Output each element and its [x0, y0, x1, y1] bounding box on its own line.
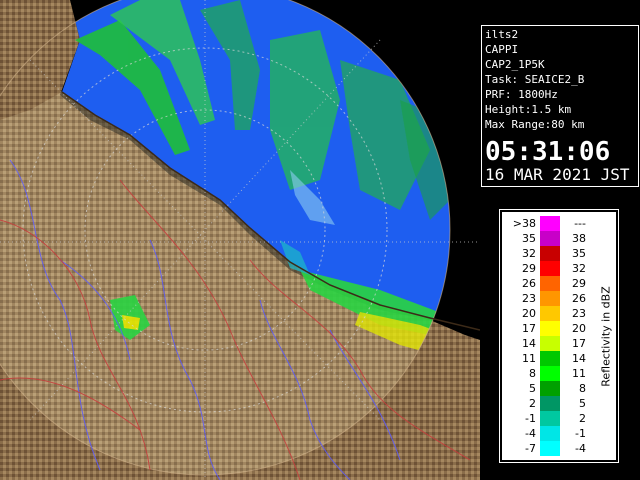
task-name: Task: SEAICE2_B [485, 73, 585, 86]
legend-upper-value: 11 [572, 367, 586, 380]
legend-color-swatch [540, 261, 560, 276]
legend-lower-value: 26 [522, 277, 536, 290]
product-name: CAP2_1P5K [485, 58, 545, 71]
legend-lower-value: 14 [522, 337, 536, 350]
legend-color-swatch [540, 216, 560, 231]
legend-upper-value: 35 [572, 247, 586, 260]
legend-row: >38 --- [502, 216, 616, 231]
legend-lower-value: 35 [522, 232, 536, 245]
legend-color-swatch [540, 396, 560, 411]
legend-upper-value: 32 [572, 262, 586, 275]
legend-lower-value: -7 [525, 442, 536, 455]
max-range-value: Max Range:80 km [485, 118, 585, 131]
legend-upper-value: 38 [572, 232, 586, 245]
legend-lower-value: >38 [512, 217, 536, 230]
legend-upper-value: 20 [572, 322, 586, 335]
observation-time: 05:31:06 [485, 137, 611, 167]
legend-color-swatch [540, 246, 560, 261]
legend-lower-value: 32 [522, 247, 536, 260]
legend-lower-value: 20 [522, 307, 536, 320]
legend-upper-value: -4 [575, 442, 586, 455]
legend-upper-value: 8 [579, 382, 586, 395]
prf-value: PRF: 1800Hz [485, 88, 558, 101]
legend-upper-value: 29 [572, 277, 586, 290]
color-legend: >38 --- 35 38 32 35 29 32 26 29 23 26 20 23 17 20 14 17 11… [499, 209, 619, 463]
legend-color-swatch [540, 351, 560, 366]
legend-row: -7 -4 [502, 441, 616, 456]
radar-map [0, 0, 480, 480]
legend-upper-value: 2 [579, 412, 586, 425]
legend-upper-value: 17 [572, 337, 586, 350]
legend-upper-value: 26 [572, 292, 586, 305]
info-panel: ilts2 CAPPI CAP2_1P5K Task: SEAICE2_B PR… [481, 25, 639, 187]
legend-color-swatch [540, 381, 560, 396]
legend-body: >38 --- 35 38 32 35 29 32 26 29 23 26 20 23 17 20 14 17 11… [502, 212, 616, 460]
radar-station-id: ilts2 [485, 28, 519, 41]
legend-lower-value: 5 [529, 382, 536, 395]
legend-lower-value: 23 [522, 292, 536, 305]
legend-upper-value: 14 [572, 352, 586, 365]
legend-lower-value: 2 [529, 397, 536, 410]
observation-date: 16 MAR 2021 JST [485, 165, 630, 184]
legend-title-wrap: Reflectivity in dBZ [598, 232, 614, 442]
legend-color-swatch [540, 411, 560, 426]
legend-upper-value: -1 [575, 427, 586, 440]
legend-upper-value: 5 [579, 397, 586, 410]
legend-upper-value: 23 [572, 307, 586, 320]
product-type: CAPPI [485, 43, 519, 56]
legend-upper-value: --- [574, 217, 586, 230]
legend-lower-value: -4 [525, 427, 536, 440]
legend-title: Reflectivity in dBZ [599, 286, 613, 387]
height-value: Height:1.5 km [485, 103, 572, 116]
legend-color-swatch [540, 366, 560, 381]
legend-lower-value: -1 [525, 412, 536, 425]
legend-lower-value: 29 [522, 262, 536, 275]
legend-lower-value: 11 [522, 352, 536, 365]
legend-color-swatch [540, 306, 560, 321]
legend-color-swatch [540, 426, 560, 441]
legend-color-swatch [540, 291, 560, 306]
legend-lower-value: 17 [522, 322, 536, 335]
legend-color-swatch [540, 231, 560, 246]
legend-color-swatch [540, 441, 560, 456]
legend-color-swatch [540, 276, 560, 291]
legend-color-swatch [540, 336, 560, 351]
legend-color-swatch [540, 321, 560, 336]
legend-lower-value: 8 [529, 367, 536, 380]
